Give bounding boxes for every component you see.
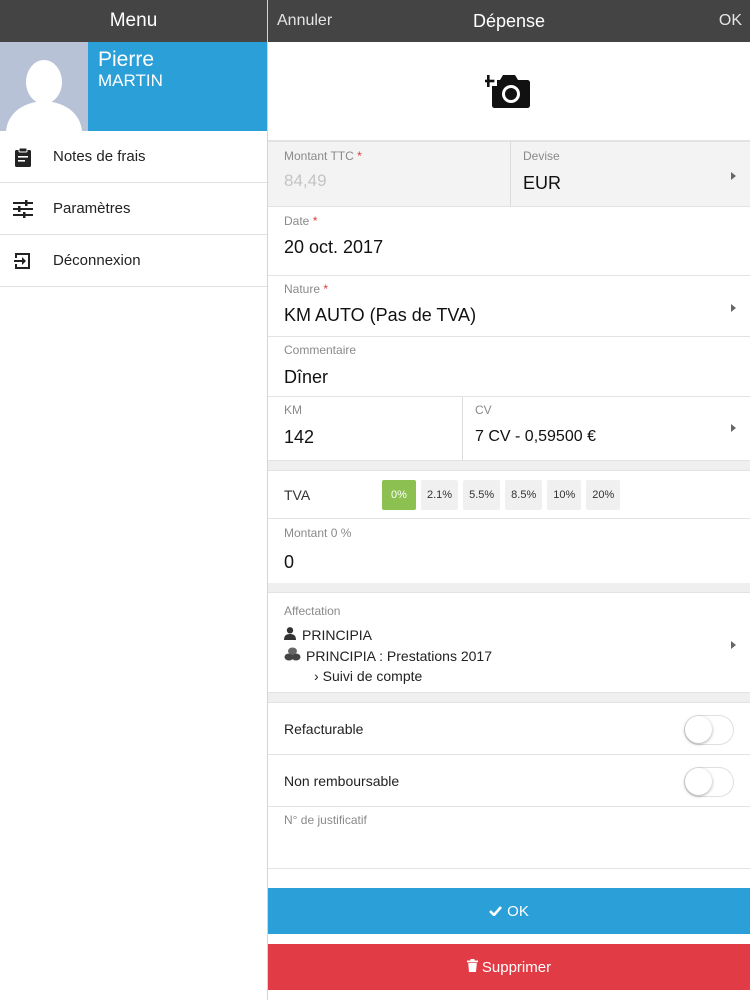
affectation-task: Suivi de compte [322,668,423,684]
chevron-right-icon [731,424,736,432]
tva-option-8-5[interactable]: 8.5% [505,479,543,510]
delete-button[interactable]: Supprimer [268,944,750,990]
affectation-client: PRINCIPIA [302,627,373,643]
amount-placeholder: 84,49 [284,171,327,190]
nature-label: Nature [284,282,321,296]
refacturable-label: Refacturable [284,720,364,737]
coins-icon [284,647,306,664]
km-value: 142 [284,427,315,447]
chevron-small-icon: › [314,668,319,684]
tva-option-2-1[interactable]: 2.1% [421,479,459,510]
cv-label: CV [475,403,492,417]
chevron-right-icon [731,172,736,180]
date-field[interactable]: Date * 20 oct. 2017 [268,207,750,276]
user-first-name: Pierre [98,48,155,71]
km-field[interactable]: KM 142 [268,397,463,460]
justificatif-field[interactable]: N° de justificatif [268,807,750,869]
amount-zero-field[interactable]: Montant 0 % 0 [268,519,750,583]
expense-panel: Annuler Dépense OK Montant TTC * 84,49 D… [268,0,750,1000]
date-label: Date [284,214,310,228]
justificatif-label: N° de justificatif [284,813,367,827]
user-silhouette-icon [0,42,88,131]
section-divider [268,583,750,593]
photo-section [268,42,750,141]
add-photo-icon[interactable] [482,67,533,116]
menu-item-deconnexion[interactable]: Déconnexion [0,235,267,287]
cv-value: 7 CV - 0,59500 € [475,428,596,445]
logout-icon [12,250,34,272]
user-profile[interactable]: Pierre MARTIN [0,42,267,131]
tva-option-20[interactable]: 20% [586,479,621,510]
delete-button-label: Supprimer [481,958,552,976]
date-value: 20 oct. 2017 [284,237,384,257]
tva-option-10[interactable]: 10% [547,479,582,510]
tva-row: TVA 0% 2.1% 5.5% 8.5% 10% 20% [268,471,750,519]
check-icon [489,903,503,920]
amount-row: Montant TTC * 84,49 Devise EUR [268,141,750,207]
km-cv-row: KM 142 CV 7 CV - 0,59500 € [268,397,750,461]
menu-item-notes-de-frais[interactable]: Notes de frais [0,131,267,183]
menu-item-label: Paramètres [53,200,131,217]
nature-value: KM AUTO (Pas de TVA) [284,305,477,325]
page-title: Dépense [472,10,546,31]
comment-label: Commentaire [284,343,357,357]
amount-label: Montant TTC [284,149,354,163]
side-menu: Menu Pierre MARTIN Notes de frais Paramè… [0,0,268,1000]
clipboard-icon [12,146,34,168]
comment-value: Dîner [284,367,329,387]
devise-value: EUR [523,173,562,193]
km-label: KM [284,403,302,417]
user-last-name: MARTIN [98,71,163,90]
ok-nav-button[interactable]: OK [719,12,742,30]
chevron-right-icon [731,304,736,312]
nav-bar: Annuler Dépense OK [268,0,750,42]
amount-zero-label: Montant 0 % [284,526,352,540]
section-divider [268,693,750,703]
menu-item-label: Déconnexion [53,252,141,269]
tva-label: TVA [284,486,311,503]
affectation-label: Affectation [284,604,341,618]
non-remboursable-label: Non remboursable [284,772,400,789]
ok-button[interactable]: OK [268,888,750,934]
chevron-right-icon [731,641,736,649]
menu-item-label: Notes de frais [53,148,146,165]
menu-item-parametres[interactable]: Paramètres [0,183,267,235]
non-remboursable-toggle[interactable] [684,767,734,797]
menu-title: Menu [0,0,267,42]
cancel-button[interactable]: Annuler [277,12,332,30]
refacturable-toggle[interactable] [684,715,734,745]
affectation-select[interactable]: Affectation PRINCIPIA PRINCIPIA : Presta… [268,593,750,693]
ok-button-label: OK [507,902,529,920]
amount-field[interactable]: Montant TTC * 84,49 [268,142,511,206]
non-remboursable-row: Non remboursable [268,755,750,807]
devise-label: Devise [523,149,560,163]
avatar [0,42,88,131]
tva-option-5-5[interactable]: 5.5% [463,479,501,510]
devise-select[interactable]: Devise EUR [511,142,750,206]
affectation-project: PRINCIPIA : Prestations 2017 [306,647,492,664]
person-icon [284,627,302,643]
section-divider [268,461,750,471]
sliders-icon [12,198,34,220]
tva-option-0[interactable]: 0% [382,479,416,510]
refacturable-row: Refacturable [268,703,750,755]
amount-zero-value: 0 [284,552,295,572]
nature-select[interactable]: Nature * KM AUTO (Pas de TVA) [268,276,750,337]
comment-field[interactable]: Commentaire Dîner [268,337,750,397]
trash-icon [466,958,478,976]
cv-select[interactable]: CV 7 CV - 0,59500 € [463,397,750,460]
